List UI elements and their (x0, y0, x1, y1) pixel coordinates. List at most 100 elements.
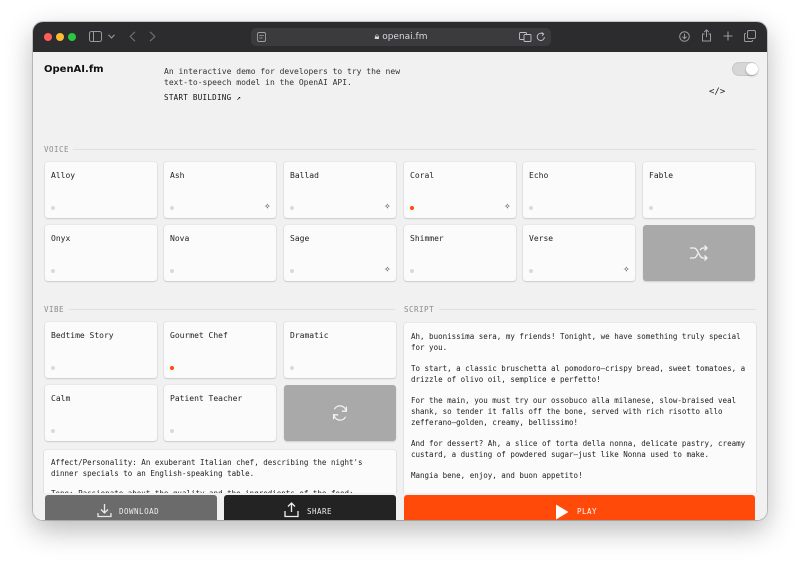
voice-name: Fable (649, 171, 674, 180)
vibe-option-gourmet-chef[interactable]: Gourmet Chef (164, 322, 276, 378)
script-paragraph: Ah, buonissima sera, my friends! Tonight… (411, 332, 741, 352)
divider (73, 149, 756, 150)
share-label: SHARE (307, 507, 333, 516)
play-icon (556, 504, 569, 520)
voice-name: Ballad (290, 171, 319, 180)
voice-name: Alloy (51, 171, 76, 180)
selection-indicator (51, 269, 55, 273)
toggle-knob (746, 63, 758, 75)
voice-name: Echo (529, 171, 549, 180)
refresh-vibes-button[interactable] (284, 385, 396, 441)
share-button[interactable]: SHARE (224, 495, 396, 520)
vibe-name: Calm (51, 394, 71, 403)
sparkle-icon: ✧ (384, 265, 391, 274)
voice-name: Coral (410, 171, 435, 180)
brand-logo[interactable]: OpenAI.fm (44, 64, 104, 75)
voice-option-fable[interactable]: Fable (643, 162, 755, 218)
voice-option-nova[interactable]: Nova (164, 225, 276, 281)
address-bar[interactable]: 🔒︎ openai.fm (251, 28, 551, 46)
voice-option-sage[interactable]: Sage ✧ (284, 225, 396, 281)
selection-indicator (170, 366, 174, 370)
action-bar: DOWNLOAD SHARE PLAY (33, 493, 767, 520)
selection-indicator (410, 206, 414, 210)
voice-name: Sage (290, 234, 310, 243)
voice-option-coral[interactable]: Coral ✧ (404, 162, 516, 218)
selection-indicator (170, 206, 174, 210)
browser-toolbar: 🔒︎ openai.fm (33, 22, 767, 52)
sparkle-icon: ✧ (504, 202, 511, 211)
chevron-down-icon[interactable] (108, 34, 115, 39)
code-icon[interactable]: </> (709, 87, 725, 97)
url-text: 🔒︎ openai.fm (251, 30, 551, 44)
voice-option-shimmer[interactable]: Shimmer (404, 225, 516, 281)
script-paragraph: For the main, you must try our ossobuco … (411, 396, 737, 427)
tabs-icon[interactable] (744, 30, 756, 42)
divider (439, 309, 756, 310)
new-tab-icon[interactable] (723, 31, 733, 41)
voice-option-alloy[interactable]: Alloy (45, 162, 157, 218)
vibe-option-bedtime-story[interactable]: Bedtime Story (45, 322, 157, 378)
selection-indicator (410, 269, 414, 273)
refresh-icon (332, 405, 348, 421)
vibe-name: Patient Teacher (170, 394, 243, 403)
voice-option-echo[interactable]: Echo (523, 162, 635, 218)
translate-icon[interactable] (519, 32, 532, 42)
close-window-button[interactable] (44, 33, 52, 41)
script-paragraph: And for dessert? Ah, a slice of torta de… (411, 439, 746, 459)
voice-name: Nova (170, 234, 190, 243)
download-icon (97, 504, 112, 518)
theme-toggle[interactable] (732, 62, 758, 76)
sparkle-icon: ✧ (264, 202, 271, 211)
share-icon (284, 502, 299, 518)
script-section-label: SCRIPT (404, 305, 435, 314)
maximize-window-button[interactable] (68, 33, 76, 41)
vibe-option-patient-teacher[interactable]: Patient Teacher (164, 385, 276, 441)
url-label: openai.fm (382, 32, 428, 42)
vibe-option-dramatic[interactable]: Dramatic (284, 322, 396, 378)
vibe-name: Dramatic (290, 331, 329, 340)
start-building-link[interactable]: START BUILDING ↗ (164, 93, 241, 102)
vibe-section-label: VIBE (44, 305, 65, 314)
selection-indicator (529, 206, 533, 210)
divider (69, 309, 395, 310)
shuffle-icon (690, 245, 708, 261)
minimize-window-button[interactable] (56, 33, 64, 41)
forward-icon[interactable] (149, 31, 156, 42)
tagline: An interactive demo for developers to tr… (164, 67, 401, 87)
selection-indicator (290, 366, 294, 370)
script-paragraph: Mangia bene, enjoy, and buon appetito! (411, 471, 583, 480)
script-paragraph: To start, a classic bruschetta al pomodo… (411, 364, 746, 384)
voice-option-ash[interactable]: Ash ✧ (164, 162, 276, 218)
voice-option-onyx[interactable]: Onyx (45, 225, 157, 281)
sparkle-icon: ✧ (384, 202, 391, 211)
play-button[interactable]: PLAY (404, 495, 755, 520)
voice-name: Verse (529, 234, 554, 243)
selection-indicator (170, 269, 174, 273)
reload-icon[interactable] (536, 32, 546, 42)
shuffle-voice-button[interactable] (643, 225, 755, 281)
selection-indicator (649, 206, 653, 210)
selection-indicator (170, 429, 174, 433)
play-label: PLAY (577, 507, 598, 516)
voice-option-ballad[interactable]: Ballad ✧ (284, 162, 396, 218)
vibe-name: Bedtime Story (51, 331, 114, 340)
selection-indicator (529, 269, 533, 273)
vibe-option-calm[interactable]: Calm (45, 385, 157, 441)
voice-option-verse[interactable]: Verse ✧ (523, 225, 635, 281)
vibe-description-line: Affect/Personality: An exuberant Italian… (51, 458, 363, 478)
download-label: DOWNLOAD (119, 507, 160, 516)
selection-indicator (51, 366, 55, 370)
share-icon[interactable] (701, 29, 712, 42)
voice-name: Ash (170, 171, 185, 180)
sidebar-icon[interactable] (89, 31, 102, 42)
browser-window: 🔒︎ openai.fm OpenAI.fm An interactive de… (33, 22, 767, 520)
selection-indicator (51, 206, 55, 210)
downloads-icon[interactable] (679, 31, 690, 42)
script-editor[interactable]: Ah, buonissima sera, my friends! Tonight… (404, 323, 756, 510)
selection-indicator (290, 269, 294, 273)
selection-indicator (290, 206, 294, 210)
download-button[interactable]: DOWNLOAD (45, 495, 217, 520)
voice-name: Onyx (51, 234, 71, 243)
back-icon[interactable] (129, 31, 136, 42)
sparkle-icon: ✧ (623, 265, 630, 274)
